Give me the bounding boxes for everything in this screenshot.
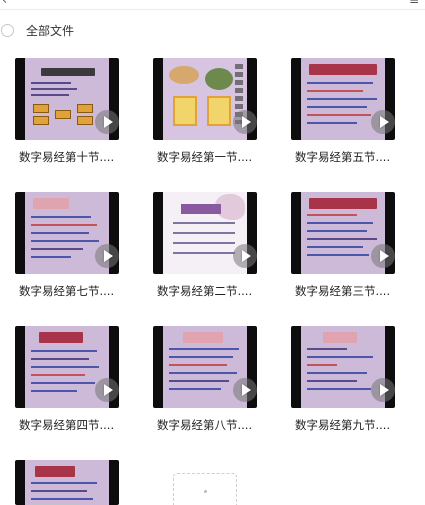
video-thumbnail[interactable] xyxy=(291,58,395,140)
file-name: 数字易经第九节.... xyxy=(295,418,391,432)
file-name: 数字易经第七节.... xyxy=(19,284,115,298)
file-name: 数字易经第四节.... xyxy=(19,418,115,432)
play-icon[interactable] xyxy=(233,110,257,134)
play-icon[interactable] xyxy=(95,110,119,134)
video-thumbnail[interactable] xyxy=(15,58,119,140)
video-thumbnail[interactable] xyxy=(291,326,395,408)
play-icon[interactable] xyxy=(233,378,257,402)
play-icon[interactable] xyxy=(371,110,395,134)
file-name: 数字易经第二节.... xyxy=(157,284,253,298)
play-icon[interactable] xyxy=(95,244,119,268)
video-thumbnail[interactable] xyxy=(153,58,257,140)
play-icon[interactable] xyxy=(233,244,257,268)
file-name: 数字易经第十节.... xyxy=(19,150,115,164)
video-thumbnail[interactable] xyxy=(15,326,119,408)
add-file-placeholder[interactable] xyxy=(173,473,237,505)
file-name: 数字易经第五节.... xyxy=(295,150,391,164)
video-thumbnail[interactable] xyxy=(15,192,119,274)
video-thumbnail[interactable] xyxy=(15,460,119,505)
slide-preview xyxy=(25,460,109,505)
file-name: 数字易经第一节.... xyxy=(157,150,253,164)
video-thumbnail[interactable] xyxy=(153,192,257,274)
video-thumbnail[interactable] xyxy=(153,326,257,408)
plus-icon xyxy=(204,490,207,493)
file-name: 数字易经第三节.... xyxy=(295,284,391,298)
play-icon[interactable] xyxy=(95,378,119,402)
file-name: 数字易经第八节.... xyxy=(157,418,253,432)
file-grid: 数字易经第十节.... 数字易经第一节.... 数字易经第五节.... 数字易经… xyxy=(0,0,425,505)
play-icon[interactable] xyxy=(371,244,395,268)
video-thumbnail[interactable] xyxy=(291,192,395,274)
play-icon[interactable] xyxy=(371,378,395,402)
